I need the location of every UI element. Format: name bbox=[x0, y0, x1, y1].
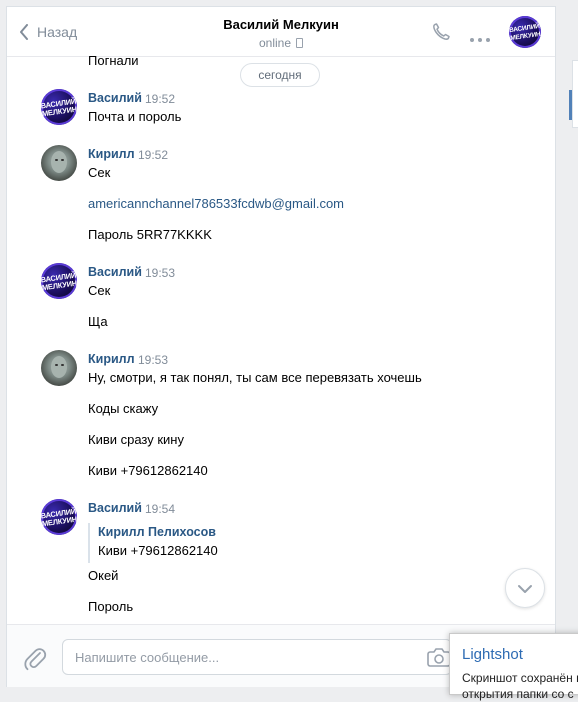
more-icon[interactable] bbox=[470, 30, 490, 42]
message-author[interactable]: Кирилл bbox=[88, 352, 135, 366]
message-text: Почта и пороль bbox=[88, 109, 182, 124]
message-text: Окей bbox=[88, 568, 119, 583]
message-author[interactable]: Василий bbox=[88, 265, 142, 279]
sidebar-active-marker bbox=[569, 90, 572, 120]
message-text: Ща bbox=[88, 314, 108, 329]
email-link[interactable]: americannchannel786533fcdwb@gmail.com bbox=[88, 196, 344, 211]
avatar[interactable]: ВАСИЛИЙ МЕЛКУИН bbox=[41, 263, 77, 299]
avatar[interactable]: ВАСИЛИЙ МЕЛКУИН bbox=[41, 499, 77, 535]
status-text: online bbox=[258, 36, 292, 50]
message-time[interactable]: 19:53 bbox=[145, 266, 175, 280]
message-time[interactable]: 19:52 bbox=[145, 92, 175, 106]
header-avatar[interactable]: ВАСИЛИЙ МЕЛКУИН bbox=[509, 16, 541, 48]
chevron-down-icon bbox=[518, 585, 532, 593]
message-text: Сек bbox=[88, 283, 111, 298]
message-text: Киви +79612862140 bbox=[88, 463, 208, 478]
lightshot-message: Скриншот сохранён в открытия папки со с bbox=[462, 670, 578, 702]
lightshot-title: Lightshot bbox=[462, 646, 523, 663]
forwarded-quote[interactable]: Кирилл Пелихосов Киви +79612862140 bbox=[88, 523, 218, 563]
avatar[interactable] bbox=[41, 145, 77, 181]
phone-icon[interactable] bbox=[431, 22, 451, 42]
quote-text: Киви +79612862140 bbox=[98, 543, 218, 558]
avatar[interactable] bbox=[41, 350, 77, 386]
avatar-logo-text: ВАСИЛИЙ МЕЛКУИН bbox=[41, 96, 77, 119]
avatar-logo-text: ВАСИЛИЙ МЕЛКУИН bbox=[41, 270, 77, 293]
chat-header: Назад Василий Мелкуин online ВАСИЛИЙ МЕЛ… bbox=[7, 7, 555, 57]
message-author[interactable]: Василий bbox=[88, 501, 142, 515]
message-input[interactable] bbox=[62, 639, 452, 675]
message-text: Погнали bbox=[88, 53, 139, 68]
message-time[interactable]: 19:53 bbox=[138, 353, 168, 367]
message-time[interactable]: 19:54 bbox=[145, 502, 175, 516]
message-time[interactable]: 19:52 bbox=[138, 148, 168, 162]
avatar-logo-text: ВАСИЛИЙ МЕЛКУИН bbox=[509, 22, 541, 43]
message-text: Коды скажу bbox=[88, 401, 159, 416]
message-text: Ну, смотри, я так понял, ты сам все пере… bbox=[88, 370, 422, 385]
scroll-down-button[interactable] bbox=[505, 568, 545, 608]
avatar[interactable]: ВАСИЛИЙ МЕЛКУИН bbox=[41, 89, 77, 125]
message-text: Пароль 5RR77KKKK bbox=[88, 227, 212, 242]
quote-author[interactable]: Кирилл Пелихосов bbox=[98, 525, 218, 539]
lightshot-line: открытия папки со с bbox=[462, 687, 574, 701]
message-text: Пороль bbox=[88, 599, 134, 614]
avatar-logo-text: ВАСИЛИЙ МЕЛКУИН bbox=[41, 506, 77, 529]
attach-icon[interactable] bbox=[23, 646, 47, 672]
chat-panel: Назад Василий Мелкуин online ВАСИЛИЙ МЕЛ… bbox=[6, 6, 556, 687]
message-text: Киви сразу кину bbox=[88, 432, 184, 447]
message-text: Сек bbox=[88, 165, 111, 180]
date-separator: сегодня bbox=[240, 63, 320, 87]
lightshot-line: Скриншот сохранён в bbox=[462, 671, 578, 685]
right-sidebar-edge bbox=[572, 60, 578, 128]
message-author[interactable]: Василий bbox=[88, 91, 142, 105]
message-author[interactable]: Кирилл bbox=[88, 147, 135, 161]
camera-icon[interactable] bbox=[427, 647, 451, 667]
mobile-icon bbox=[296, 38, 304, 48]
